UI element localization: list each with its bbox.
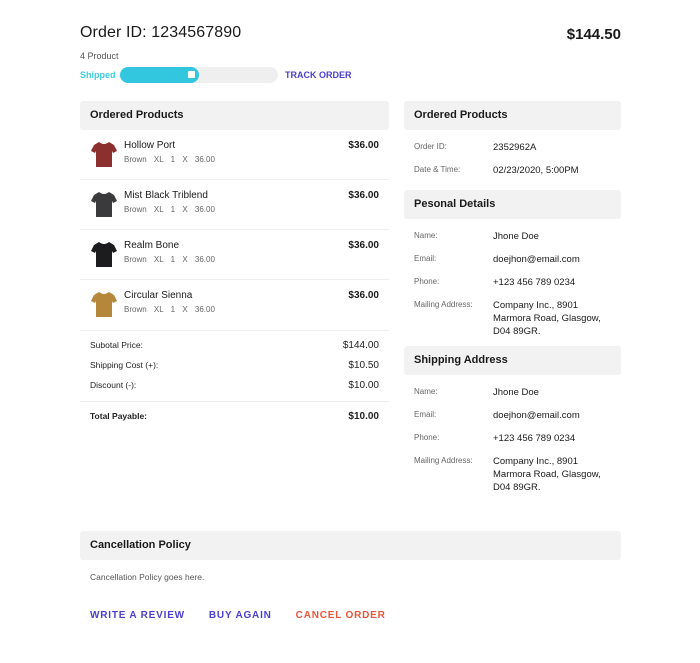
product-name: Circular Sienna	[124, 290, 193, 301]
total-payable-value: $10.00	[348, 410, 379, 422]
price-summary: Subotal Price: $144.00 Shipping Cost (+)…	[80, 330, 389, 430]
phone-label: Phone:	[414, 433, 440, 442]
discount-row: Discount (-): $10.00	[90, 375, 379, 395]
address-row: Mailing Address: Company Inc., 8901 Marm…	[414, 294, 611, 338]
product-price: $36.00	[348, 290, 379, 301]
buy-again-button[interactable]: BUY AGAIN	[209, 610, 272, 621]
address-label: Mailing Address:	[414, 300, 473, 309]
phone-row: Phone: +123 456 789 0234	[414, 427, 611, 450]
product-meta: Brown XL 1 X 36.00	[124, 305, 215, 314]
list-item[interactable]: Hollow Port Brown XL 1 X 36.00 $36.00	[80, 130, 389, 180]
address-label: Mailing Address:	[414, 456, 473, 465]
ordered-products-heading: Ordered Products	[80, 101, 389, 130]
email-row: Email: doejhon@email.com	[414, 404, 611, 427]
shipping-cost-value: $10.50	[348, 359, 379, 371]
datetime-label: Date & Time:	[414, 165, 461, 174]
progress-track	[120, 66, 278, 83]
datetime-row: Date & Time: 02/23/2020, 5:00PM	[414, 159, 611, 182]
name-row: Name: Jhone Doe	[414, 381, 611, 404]
product-price: $36.00	[348, 240, 379, 251]
shipping-cost-label: Shipping Cost (+):	[90, 360, 159, 370]
shipping-address: Name: Jhone Doe Email: doejhon@email.com…	[404, 375, 621, 502]
tshirt-icon	[91, 292, 117, 317]
order-id-row: Order ID: 2352962A	[414, 136, 611, 159]
progress-knob-icon	[188, 70, 195, 78]
order-info-heading: Ordered Products	[404, 101, 621, 130]
address-value: Company Inc., 8901 Marmora Road, Glasgow…	[493, 300, 601, 337]
datetime-value: 02/23/2020, 5:00PM	[493, 165, 579, 176]
address-value: Company Inc., 8901 Marmora Road, Glasgow…	[493, 456, 601, 493]
tshirt-icon	[91, 142, 117, 167]
cancellation-policy-heading: Cancellation Policy	[80, 531, 621, 560]
order-total: $144.50	[566, 26, 621, 43]
phone-value: +123 456 789 0234	[493, 433, 576, 444]
discount-label: Discount (-):	[90, 380, 137, 390]
shipping-cost-row: Shipping Cost (+): $10.50	[90, 355, 379, 375]
status-label: Shipped	[80, 69, 116, 80]
write-review-button[interactable]: WRITE A REVIEW	[90, 610, 185, 621]
subtotal-row: Subotal Price: $144.00	[90, 335, 379, 355]
email-value: doejhon@email.com	[493, 254, 580, 265]
address-row: Mailing Address: Company Inc., 8901 Marm…	[414, 450, 611, 494]
product-meta: Brown XL 1 X 36.00	[124, 205, 215, 214]
cancellation-policy-text: Cancellation Policy goes here.	[90, 572, 205, 582]
name-value: Jhone Doe	[493, 387, 539, 398]
total-payable-label: Total Payable:	[90, 411, 147, 421]
subtotal-value: $144.00	[342, 339, 379, 351]
tshirt-icon	[91, 192, 117, 217]
list-item[interactable]: Mist Black Triblend Brown XL 1 X 36.00 $…	[80, 180, 389, 230]
ordered-products-card: Ordered Products Hollow Port Brown XL 1 …	[80, 101, 389, 430]
email-label: Email:	[414, 410, 437, 419]
shipping-address-heading: Shipping Address	[404, 346, 621, 375]
cancel-order-button[interactable]: CANCEL ORDER	[296, 610, 386, 621]
name-value: Jhone Doe	[493, 231, 539, 242]
order-details-column: Ordered Products Order ID: 2352962A Date…	[404, 101, 621, 502]
product-meta: Brown XL 1 X 36.00	[124, 155, 215, 164]
name-label: Name:	[414, 231, 438, 240]
phone-value: +123 456 789 0234	[493, 277, 576, 288]
product-count: 4 Product	[80, 51, 119, 61]
order-id-value: 2352962A	[493, 142, 537, 153]
list-item[interactable]: Realm Bone Brown XL 1 X 36.00 $36.00	[80, 230, 389, 280]
order-id-label: Order ID:	[414, 142, 447, 151]
product-name: Hollow Port	[124, 140, 176, 151]
product-name: Mist Black Triblend	[124, 190, 208, 201]
email-label: Email:	[414, 254, 437, 263]
phone-row: Phone: +123 456 789 0234	[414, 271, 611, 294]
personal-details: Name: Jhone Doe Email: doejhon@email.com…	[404, 219, 621, 346]
order-actions: WRITE A REVIEW BUY AGAIN CANCEL ORDER	[90, 610, 386, 621]
total-payable-row: Total Payable: $10.00	[90, 402, 379, 430]
order-title: Order ID: 1234567890	[80, 24, 242, 41]
list-item[interactable]: Circular Sienna Brown XL 1 X 36.00 $36.0…	[80, 280, 389, 330]
name-row: Name: Jhone Doe	[414, 225, 611, 248]
product-price: $36.00	[348, 140, 379, 151]
email-value: doejhon@email.com	[493, 410, 580, 421]
product-name: Realm Bone	[124, 240, 180, 251]
discount-value: $10.00	[348, 379, 379, 391]
subtotal-label: Subotal Price:	[90, 340, 143, 350]
product-price: $36.00	[348, 190, 379, 201]
track-order-link[interactable]: TRACK ORDER	[285, 70, 352, 80]
phone-label: Phone:	[414, 277, 440, 286]
personal-details-heading: Pesonal Details	[404, 190, 621, 219]
cancellation-policy-card: Cancellation Policy Cancellation Policy …	[80, 531, 621, 594]
name-label: Name:	[414, 387, 438, 396]
product-list: Hollow Port Brown XL 1 X 36.00 $36.00 Mi…	[80, 130, 389, 330]
tshirt-icon	[91, 242, 117, 267]
email-row: Email: doejhon@email.com	[414, 248, 611, 271]
product-meta: Brown XL 1 X 36.00	[124, 255, 215, 264]
order-header: Order ID: 1234567890 $144.50 4 Product	[80, 24, 621, 61]
order-progress: Shipped TRACK ORDER	[80, 66, 380, 83]
order-info: Order ID: 2352962A Date & Time: 02/23/20…	[404, 130, 621, 190]
